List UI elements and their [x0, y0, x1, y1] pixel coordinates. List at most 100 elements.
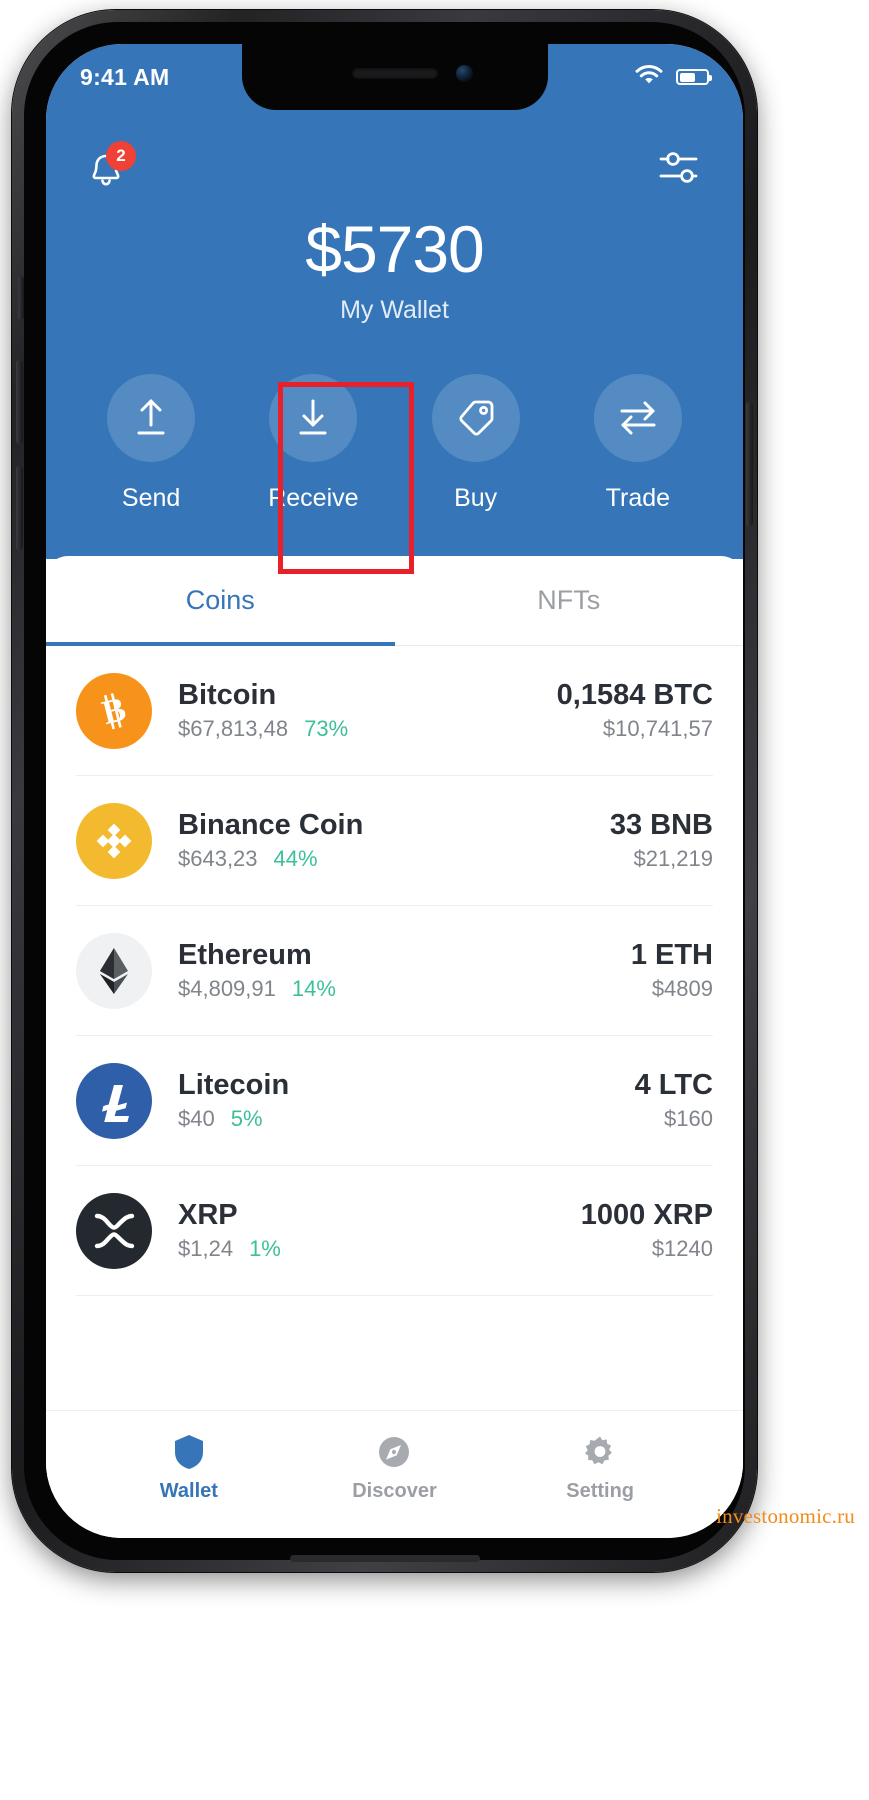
coin-amount: 4 LTC	[634, 1068, 713, 1101]
action-buy[interactable]: Buy	[410, 374, 542, 513]
device-notch	[241, 44, 548, 110]
coin-change: 44%	[273, 846, 318, 872]
wallet-balance: $5730	[305, 212, 485, 286]
action-trade-label: Trade	[605, 484, 671, 512]
coin-row-ethereum[interactable]: Ethereum $4,809,91 14% 1 ETH $4809	[76, 906, 713, 1036]
coin-value: $21,219	[633, 846, 713, 872]
coin-value: $10,741,57	[602, 716, 713, 742]
phone-screen: 9:41 AM 2 $5730 My Wallet Send Receive B…	[46, 44, 743, 1538]
buy-button-circle[interactable]	[431, 374, 520, 462]
bitcoin-glyph-icon: B	[99, 690, 130, 731]
coin-info: XRP $1,24 1%	[178, 1199, 581, 1262]
coin-value: $1240	[651, 1236, 713, 1262]
wallet-header: 9:41 AM 2 $5730 My Wallet Send Receive B…	[46, 44, 743, 574]
coin-info: Ethereum $4,809,91 14%	[178, 939, 631, 1002]
action-buy-label: Buy	[454, 484, 498, 512]
phone-bezel: 9:41 AM 2 $5730 My Wallet Send Receive B…	[24, 22, 745, 1560]
coin-price: $643,23	[178, 846, 258, 872]
ethereum-icon	[76, 932, 152, 1009]
coin-holdings: 0,1584 BTC $10,741,57	[557, 679, 713, 742]
coin-row-xrp[interactable]: XRP $1,24 1% 1000 XRP $1240	[76, 1166, 713, 1296]
action-trade[interactable]: Trade	[572, 374, 704, 513]
nav-item-discover[interactable]: Discover	[324, 1433, 464, 1503]
xrp-glyph-icon	[94, 1213, 135, 1248]
receive-button-circle[interactable]	[269, 374, 358, 462]
source-watermark: investonomic.ru	[716, 1504, 855, 1528]
tab-nfts-label: NFTs	[537, 585, 601, 615]
coin-holdings: 1000 XRP $1240	[581, 1199, 713, 1262]
volume-down-button[interactable]	[16, 466, 23, 550]
bitcoin-icon: B	[76, 672, 152, 749]
coin-price: $67,813,48	[178, 716, 289, 742]
assets-sheet: Coins NFTs B Bitcoin $67,813,48 73% 0,15…	[46, 556, 743, 1538]
coin-name: Litecoin	[178, 1068, 290, 1101]
coin-info: Litecoin $40 5%	[178, 1069, 635, 1132]
battery-icon	[676, 69, 712, 85]
notifications-button[interactable]: 2	[86, 141, 136, 193]
price-tag-icon	[459, 400, 494, 436]
volume-up-button[interactable]	[16, 360, 23, 444]
coin-holdings: 1 ETH $4809	[631, 939, 713, 1002]
coin-change: 1%	[249, 1236, 281, 1262]
coin-holdings: 4 LTC $160	[635, 1069, 713, 1132]
coin-value: $160	[664, 1106, 713, 1132]
wallet-name: My Wallet	[340, 296, 449, 324]
coin-row-litecoin[interactable]: Litecoin $40 5% 4 LTC $160	[76, 1036, 713, 1166]
coin-name: Ethereum	[178, 938, 312, 971]
coin-change: 14%	[291, 976, 336, 1002]
nav-item-wallet[interactable]: Wallet	[119, 1433, 259, 1503]
action-receive-label: Receive	[268, 484, 359, 512]
shield-icon	[174, 1434, 203, 1469]
settings-sliders-button[interactable]	[657, 149, 703, 192]
coin-change: 73%	[304, 716, 349, 742]
binance-icon	[76, 802, 152, 879]
action-send[interactable]: Send	[85, 374, 217, 513]
upload-arrow-icon	[137, 399, 165, 435]
send-button-circle[interactable]	[107, 374, 196, 462]
coin-amount: 1000 XRP	[580, 1198, 713, 1231]
phone-device-frame: 9:41 AM 2 $5730 My Wallet Send Receive B…	[12, 10, 757, 1572]
xrp-icon	[76, 1192, 152, 1269]
sliders-icon	[659, 151, 698, 183]
compass-icon	[379, 1436, 410, 1467]
coin-change: 5%	[230, 1106, 263, 1132]
front-camera-icon	[455, 65, 473, 82]
coin-holdings: 33 BNB $21,219	[610, 809, 713, 872]
gear-icon	[585, 1436, 612, 1464]
home-indicator	[289, 1555, 480, 1562]
coin-name: XRP	[178, 1198, 238, 1231]
coin-row-binance-coin[interactable]: Binance Coin $643,23 44% 33 BNB $21,219	[76, 776, 713, 906]
asset-tabs: Coins NFTs	[46, 556, 743, 646]
nav-item-wallet-label: Wallet	[159, 1479, 218, 1502]
notification-badge: 2	[106, 141, 136, 171]
nav-item-setting[interactable]: Setting	[530, 1433, 670, 1503]
coin-value: $4809	[651, 976, 713, 1002]
header-icon-row: 2	[46, 140, 743, 200]
power-button[interactable]	[746, 402, 753, 526]
tab-nfts[interactable]: NFTs	[395, 556, 744, 645]
coin-price: $4,809,91	[178, 976, 276, 1002]
coin-name: Binance Coin	[178, 808, 364, 841]
coin-amount: 0,1584 BTC	[556, 678, 713, 711]
coin-amount: 33 BNB	[609, 808, 713, 841]
download-arrow-icon	[299, 399, 327, 435]
trade-button-circle[interactable]	[593, 374, 682, 462]
screenshot-canvas: 9:41 AM 2 $5730 My Wallet Send Receive B…	[0, 0, 869, 1800]
tab-coins[interactable]: Coins	[46, 556, 395, 646]
coin-list: B Bitcoin $67,813,48 73% 0,1584 BTC $10,…	[46, 646, 743, 1296]
binance-glyph-icon	[96, 823, 132, 858]
ethereum-glyph-icon	[100, 947, 128, 994]
tab-coins-label: Coins	[185, 585, 255, 615]
action-send-label: Send	[121, 484, 181, 512]
action-receive[interactable]: Receive	[247, 374, 379, 513]
bottom-navigation: Wallet Discover Setting	[46, 1410, 743, 1538]
earpiece-speaker	[351, 68, 438, 79]
nav-item-setting-label: Setting	[566, 1479, 635, 1502]
quick-actions: Send Receive Buy Trade	[46, 374, 743, 513]
swap-arrows-icon	[620, 401, 656, 435]
coin-row-bitcoin[interactable]: B Bitcoin $67,813,48 73% 0,1584 BTC $10,…	[76, 646, 713, 776]
wifi-icon	[635, 64, 663, 90]
litecoin-icon	[76, 1062, 152, 1139]
coin-info: Bitcoin $67,813,48 73%	[178, 679, 557, 742]
coin-name: Bitcoin	[178, 678, 277, 711]
